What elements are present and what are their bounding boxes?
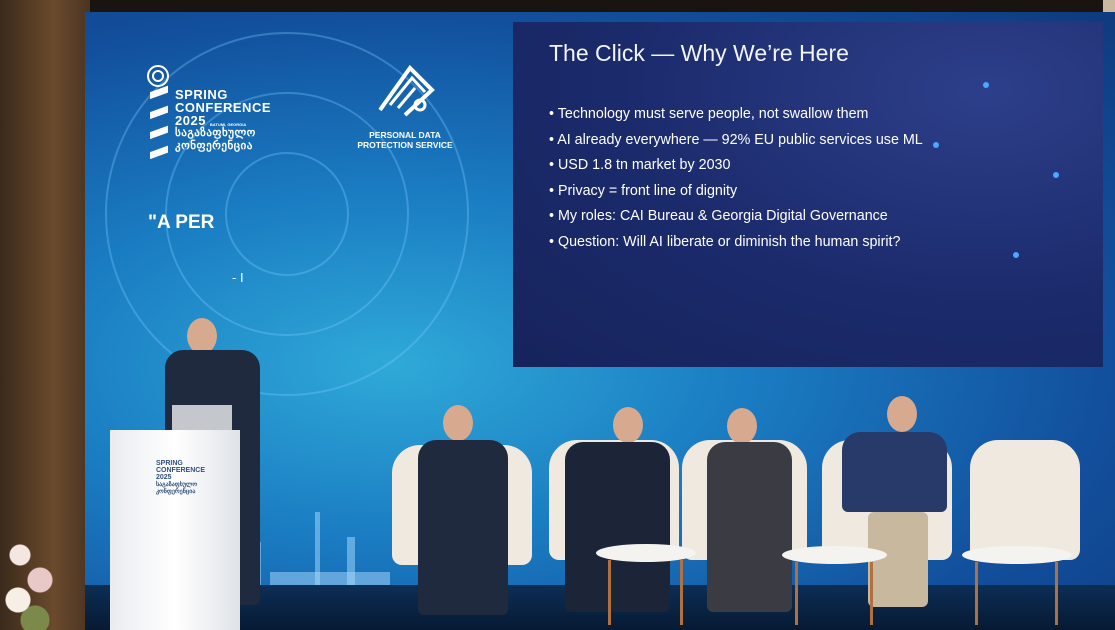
fingerprint-logo-icon xyxy=(378,64,435,117)
slide-bullet: Privacy = front line of dignity xyxy=(549,179,923,205)
decorative-circuit-ring xyxy=(225,152,349,276)
slide-title: The Click — Why We’re Here xyxy=(549,40,849,66)
logo-georgian-2: კონფერენცია xyxy=(175,140,253,152)
panelist-head xyxy=(727,408,757,444)
panelist-head xyxy=(613,407,643,443)
network-node xyxy=(1013,252,1019,258)
speaker-head xyxy=(187,318,217,354)
panelist-suit xyxy=(418,440,508,615)
lectern-logo: SPRING CONFERENCE 2025 საგაზაფხულო კონფე… xyxy=(138,460,218,520)
table-leg xyxy=(975,562,978,625)
network-node xyxy=(1053,172,1059,178)
slide-bullet: USD 1.8 tn market by 2030 xyxy=(549,153,923,179)
lectern-logo-georgian-2: კონფერენცია xyxy=(156,489,196,495)
quote-text: "A PER xyxy=(148,212,215,233)
pdps-logo: PERSONAL DATA PROTECTION SERVICE xyxy=(345,60,465,160)
presentation-slide: The Click — Why We’re Here Technology mu… xyxy=(513,22,1103,367)
spring-conference-logo: SPRING CONFERENCE 2025 BATUMI, GEORGIA ს… xyxy=(145,64,295,164)
quote-attribution: - I xyxy=(232,270,244,285)
network-node xyxy=(933,142,939,148)
armchair xyxy=(970,440,1080,560)
table-leg xyxy=(795,562,798,625)
panelist-jacket xyxy=(842,432,947,512)
spiral-logo-icon xyxy=(147,65,169,159)
logo-year: 2025 xyxy=(175,113,206,128)
table-leg xyxy=(1055,562,1058,625)
table-leg xyxy=(680,560,683,625)
table-leg xyxy=(608,560,611,625)
lectern-logo-conference: CONFERENCE xyxy=(156,467,206,474)
flower-arrangement xyxy=(0,525,60,630)
slide-bullet-list: Technology must serve people, not swallo… xyxy=(549,102,923,255)
laptop xyxy=(172,405,232,431)
table-leg xyxy=(870,562,873,625)
pdps-line-2: PROTECTION SERVICE xyxy=(357,140,453,150)
slide-bullet: Question: Will AI liberate or diminish t… xyxy=(549,230,923,256)
logo-georgian-1: საგაზაფხულო xyxy=(175,127,256,139)
slide-bullet: AI already everywhere — 92% EU public se… xyxy=(549,128,923,154)
slide-bullet: Technology must serve people, not swallo… xyxy=(549,102,923,128)
slide-bullet: My roles: CAI Bureau & Georgia Digital G… xyxy=(549,204,923,230)
pdps-line-1: PERSONAL DATA xyxy=(369,130,441,140)
lectern-logo-spring: SPRING xyxy=(156,460,183,467)
network-node xyxy=(983,82,989,88)
panelist-head xyxy=(887,396,917,432)
panelist-head xyxy=(443,405,473,441)
panelist-suit xyxy=(565,442,670,612)
panelist-outfit xyxy=(707,442,792,612)
lectern-logo-year: 2025 xyxy=(156,474,172,481)
lectern-logo-georgian-1: საგაზაფხულო xyxy=(156,482,198,488)
lectern: SPRING CONFERENCE 2025 საგაზაფხულო კონფე… xyxy=(110,430,240,630)
